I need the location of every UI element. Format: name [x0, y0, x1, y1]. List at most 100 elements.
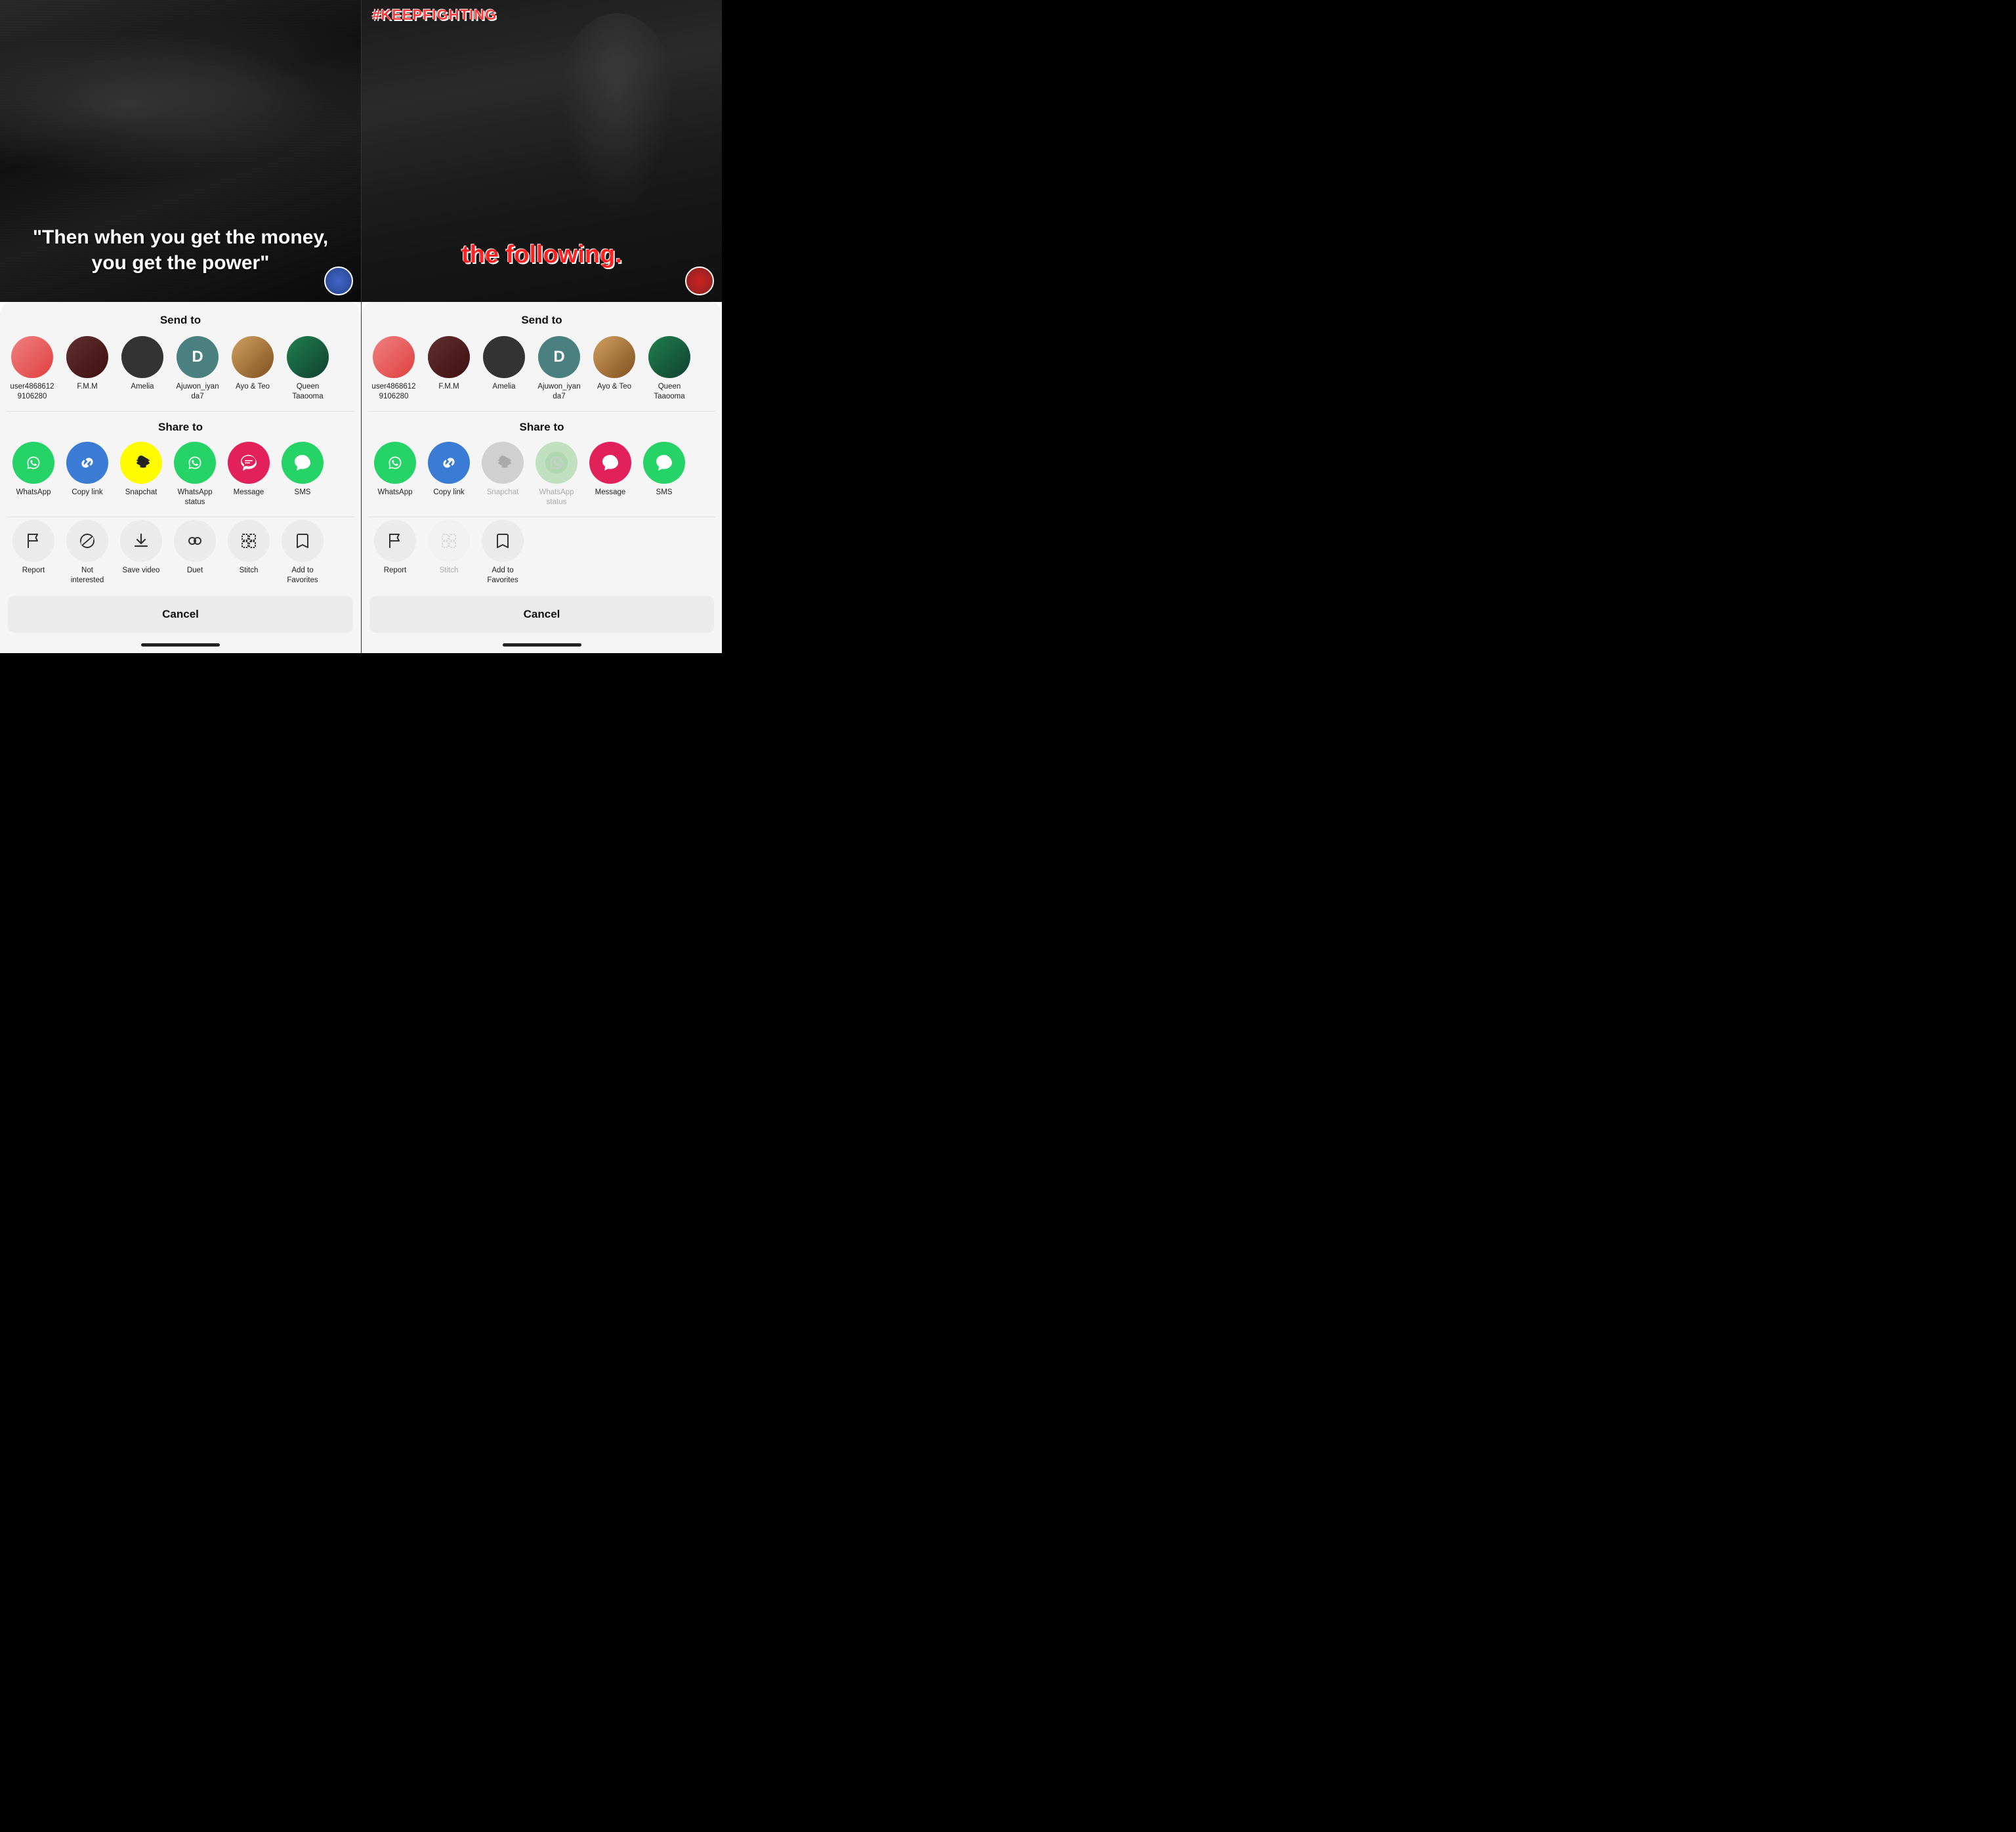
contact-ajuwon-right[interactable]: D Ajuwon_iyanda7	[534, 336, 585, 402]
cancel-button-left[interactable]: Cancel	[8, 596, 353, 633]
contact-label-5: Ayo & Teo	[236, 382, 270, 392]
contact-label-2: F.M.M	[77, 382, 97, 392]
home-bar-right	[503, 643, 581, 647]
actions-row-left: Report Notinterested Save video	[0, 517, 361, 592]
share-label-whatsapp-right: WhatsApp	[377, 488, 412, 498]
action-label-notinterested-left: Notinterested	[71, 566, 104, 586]
action-report-right[interactable]: Report	[369, 520, 421, 586]
action-favorites-right[interactable]: Add toFavorites	[477, 520, 528, 586]
snapchat-icon-right	[482, 442, 524, 484]
panel-left: "Then when you get the money, you get th…	[0, 0, 361, 653]
send-to-title-left: Send to	[0, 302, 361, 333]
snapchat-icon-left	[120, 442, 162, 484]
contact-avatar-4: D	[177, 336, 219, 378]
action-report-left[interactable]: Report	[8, 520, 59, 586]
share-to-title-left: Share to	[0, 412, 361, 439]
contact-avatar-5	[232, 336, 274, 378]
action-label-stitch-left: Stitch	[240, 566, 259, 576]
action-duet-left[interactable]: Duet	[169, 520, 220, 586]
duet-icon-left	[174, 520, 216, 562]
share-label-wastatus-left: WhatsAppstatus	[177, 488, 212, 507]
contact-ayo-right[interactable]: Ayo & Teo	[589, 336, 640, 402]
share-sms-left[interactable]: SMS	[277, 442, 328, 507]
share-whatsapp-right[interactable]: WhatsApp	[369, 442, 421, 507]
contact-queen-left[interactable]: QueenTaaooma	[282, 336, 333, 402]
whatsapp-icon-left	[12, 442, 54, 484]
contact-label-r4: Ajuwon_iyanda7	[537, 382, 580, 402]
share-label-sms-left: SMS	[295, 488, 311, 498]
share-label-message-left: Message	[234, 488, 264, 498]
wastatus-icon-left	[174, 442, 216, 484]
contact-avatar-r4: D	[538, 336, 580, 378]
action-label-report-left: Report	[22, 566, 45, 576]
action-label-stitch-right: Stitch	[440, 566, 459, 576]
action-stitch-right: Stitch	[423, 520, 474, 586]
video-tag-right: #KEEPFIGHTING	[372, 7, 497, 24]
contact-avatar-r1	[373, 336, 415, 378]
share-sms-right[interactable]: SMS	[639, 442, 690, 507]
contact-amelia-left[interactable]: Amelia	[117, 336, 168, 402]
share-message-left[interactable]: Message	[223, 442, 274, 507]
share-whatsapp-left[interactable]: WhatsApp	[8, 442, 59, 507]
share-snapchat-right: Snapchat	[477, 442, 528, 507]
contact-user1-left[interactable]: user48686129106280	[7, 336, 58, 402]
contact-avatar-r5	[593, 336, 635, 378]
stitch-icon-right	[428, 520, 470, 562]
contact-fmm-left[interactable]: F.M.M	[62, 336, 113, 402]
favorites-icon-left	[282, 520, 324, 562]
contact-label-r2: F.M.M	[438, 382, 459, 392]
share-wastatus-left[interactable]: WhatsAppstatus	[169, 442, 220, 507]
contact-label-1: user48686129106280	[10, 382, 54, 402]
bottom-sheet-right: Send to user48686129106280 F.M.M Amelia …	[362, 302, 722, 653]
share-label-wastatus-right: WhatsAppstatus	[539, 488, 574, 507]
share-label-sms-right: SMS	[656, 488, 673, 498]
action-label-savevideo-left: Save video	[123, 566, 160, 576]
whatsapp-icon-right	[374, 442, 416, 484]
share-label-copylink-left: Copy link	[72, 488, 102, 498]
contact-avatar-r3	[483, 336, 525, 378]
contact-amelia-right[interactable]: Amelia	[478, 336, 530, 402]
message-icon-right	[589, 442, 631, 484]
contact-label-r3: Amelia	[492, 382, 515, 392]
sms-icon-left	[282, 442, 324, 484]
wastatus-icon-right	[536, 442, 578, 484]
contact-user1-right[interactable]: user48686129106280	[368, 336, 419, 402]
share-row-right: WhatsApp Copy link Snapchat	[362, 439, 722, 517]
action-label-report-right: Report	[384, 566, 407, 576]
action-stitch-left[interactable]: Stitch	[223, 520, 274, 586]
action-favorites-left[interactable]: Add toFavorites	[277, 520, 328, 586]
favorites-icon-right	[482, 520, 524, 562]
cancel-button-right[interactable]: Cancel	[369, 596, 714, 633]
video-right: #KEEPFIGHTING the following.	[362, 0, 722, 302]
avatar-right	[685, 266, 714, 295]
share-row-left: WhatsApp Copy link Snapchat	[0, 439, 361, 517]
action-notinterested-left[interactable]: Notinterested	[62, 520, 113, 586]
contacts-row-left: user48686129106280 F.M.M Amelia D Ajuwon…	[0, 333, 361, 411]
action-label-favorites-left: Add toFavorites	[287, 566, 318, 586]
notinterested-icon-left	[66, 520, 108, 562]
action-label-favorites-right: Add toFavorites	[487, 566, 518, 586]
contact-label-6: QueenTaaooma	[292, 382, 323, 402]
contact-label-r1: user48686129106280	[371, 382, 415, 402]
video-left: "Then when you get the money, you get th…	[0, 0, 361, 302]
share-message-right[interactable]: Message	[585, 442, 636, 507]
contact-fmm-right[interactable]: F.M.M	[423, 336, 474, 402]
contact-queen-right[interactable]: QueenTaaooma	[644, 336, 695, 402]
action-savevideo-left[interactable]: Save video	[116, 520, 167, 586]
share-copylink-left[interactable]: Copy link	[62, 442, 113, 507]
contact-ajuwon-left[interactable]: D Ajuwon_iyanda7	[172, 336, 223, 402]
contact-avatar-r2	[428, 336, 470, 378]
contact-ayo-left[interactable]: Ayo & Teo	[227, 336, 278, 402]
contact-label-3: Amelia	[131, 382, 154, 392]
message-icon-left	[228, 442, 270, 484]
share-snapchat-left[interactable]: Snapchat	[116, 442, 167, 507]
share-copylink-right[interactable]: Copy link	[423, 442, 474, 507]
actions-row-right: Report Stitch	[362, 517, 722, 592]
share-wastatus-right: WhatsAppstatus	[531, 442, 582, 507]
share-label-snapchat-right: Snapchat	[487, 488, 519, 498]
report-icon-left	[12, 520, 54, 562]
contacts-row-right: user48686129106280 F.M.M Amelia D Ajuwon…	[362, 333, 722, 411]
share-label-whatsapp-left: WhatsApp	[16, 488, 51, 498]
contact-avatar-r6	[648, 336, 690, 378]
savevideo-icon-left	[120, 520, 162, 562]
